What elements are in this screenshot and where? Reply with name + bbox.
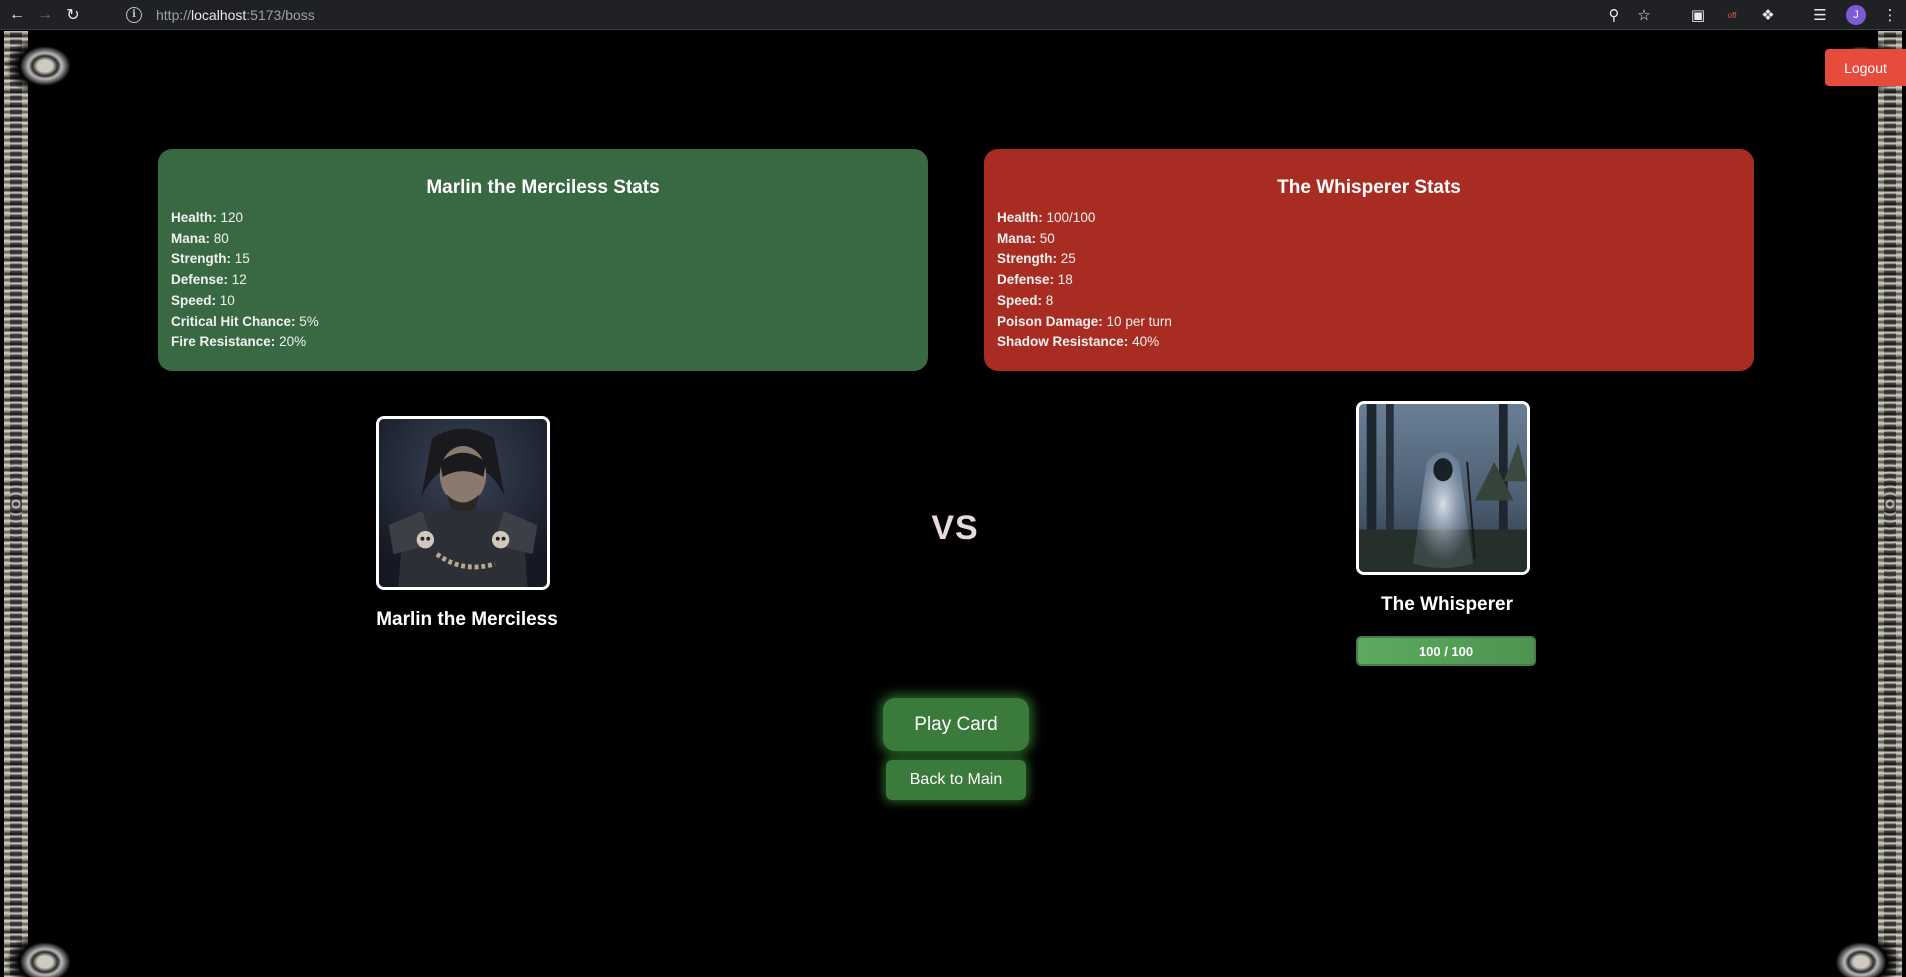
player-portrait xyxy=(376,416,550,590)
address-bar[interactable]: i http://localhost:5173/boss xyxy=(118,2,1668,28)
player-stats-title: Marlin the Merciless Stats xyxy=(426,177,660,198)
player-stat-line: Strength: 15 xyxy=(171,249,915,270)
player-stat-line: Critical Hit Chance: 5% xyxy=(171,312,915,333)
back-to-main-button[interactable]: Back to Main xyxy=(886,760,1026,800)
boss-name: The Whisperer xyxy=(1381,594,1513,615)
boss-stat-value: 25 xyxy=(1060,251,1076,267)
player-stat-line: Speed: 10 xyxy=(171,291,915,312)
boss-stat-label: Defense: xyxy=(997,272,1055,288)
boss-stat-value: 10 per turn xyxy=(1106,313,1172,329)
boss-stat-value: 100/100 xyxy=(1046,210,1096,225)
player-stat-value: 12 xyxy=(231,272,247,288)
ornate-corner-bottom-left xyxy=(0,927,90,977)
player-stat-value: 15 xyxy=(234,251,250,267)
boss-health-text: 100 / 100 xyxy=(1418,643,1474,659)
back-arrow-icon[interactable]: ← xyxy=(2,0,32,30)
boss-stat-label: Mana: xyxy=(997,230,1037,246)
player-stat-value: 20% xyxy=(279,334,307,350)
player-stat-line: Health: 120 xyxy=(171,208,915,229)
extension-badge: off xyxy=(1727,10,1737,20)
player-stat-line: Fire Resistance: 20% xyxy=(171,332,915,353)
boss-stat-line: Poison Damage: 10 per turn xyxy=(997,312,1741,333)
media-controls-icon[interactable]: ☰ xyxy=(1810,5,1830,25)
game-frame: Logout Marlin the Merciless Stats Health… xyxy=(0,31,1906,977)
boss-stat-label: Speed: xyxy=(997,292,1043,308)
boss-stat-value: 40% xyxy=(1132,334,1160,350)
boss-stat-value: 8 xyxy=(1045,292,1054,308)
url-text[interactable]: http://localhost:5173/boss xyxy=(156,7,315,23)
warrior-portrait-image xyxy=(379,419,547,587)
browser-toolbar: ← → ↻ i http://localhost:5173/boss ⚲ ☆ ▣… xyxy=(0,0,1906,30)
boss-stat-line: Mana: 50 xyxy=(997,229,1741,250)
boss-stat-value: 18 xyxy=(1057,272,1073,288)
reload-icon[interactable]: ↻ xyxy=(58,0,88,30)
player-stat-label: Health: xyxy=(171,210,217,225)
player-stat-line: Mana: 80 xyxy=(171,229,915,250)
player-stats-list: Health: 120 Mana: 80 Strength: 15 Defense: … xyxy=(171,208,915,353)
site-info-icon[interactable]: i xyxy=(126,7,142,23)
profile-avatar[interactable]: J xyxy=(1846,5,1866,25)
kebab-menu-icon[interactable]: ⋮ xyxy=(1880,5,1900,25)
player-stat-label: Mana: xyxy=(171,230,211,246)
forward-arrow-icon[interactable]: → xyxy=(30,0,60,30)
ornate-corner-top-left xyxy=(0,31,90,101)
boss-health-bar: 100 / 100 xyxy=(1356,636,1536,666)
boss-stat-line: Defense: 18 xyxy=(997,270,1741,291)
puzzle-extensions-icon[interactable]: ❖ xyxy=(1758,5,1778,25)
boss-stat-label: Poison Damage: xyxy=(997,313,1103,329)
ornate-border-left xyxy=(4,31,28,977)
boss-stat-label: Health: xyxy=(997,210,1043,225)
boss-stat-line: Shadow Resistance: 40% xyxy=(997,332,1741,353)
player-stat-label: Fire Resistance: xyxy=(171,334,276,350)
player-stat-value: 120 xyxy=(220,210,244,225)
player-stats-panel: Marlin the Merciless Stats Health: 120 Ma… xyxy=(158,149,928,371)
player-stat-label: Critical Hit Chance: xyxy=(171,313,296,329)
extension-off-icon[interactable]: off xyxy=(1722,5,1742,25)
ornate-corner-bottom-right xyxy=(1816,927,1906,977)
bookmark-star-icon[interactable]: ☆ xyxy=(1634,5,1654,25)
key-icon[interactable]: ⚲ xyxy=(1604,5,1624,25)
player-stat-value: 10 xyxy=(219,292,235,308)
player-stat-line: Defense: 12 xyxy=(171,270,915,291)
boss-stats-panel: The Whisperer Stats Health: 100/100 Mana:… xyxy=(984,149,1754,371)
player-stat-value: 5% xyxy=(299,313,319,329)
boss-stat-label: Shadow Resistance: xyxy=(997,334,1129,350)
boss-stat-line: Health: 100/100 xyxy=(997,208,1741,229)
player-name: Marlin the Merciless xyxy=(376,609,558,630)
player-stat-label: Speed: xyxy=(171,292,217,308)
ornate-border-right xyxy=(1878,31,1902,977)
boss-stats-title: The Whisperer Stats xyxy=(1277,177,1461,198)
versus-label: VS xyxy=(931,509,979,547)
boss-stat-label: Strength: xyxy=(997,251,1057,267)
boss-stat-value: 50 xyxy=(1039,230,1055,246)
player-stat-value: 80 xyxy=(213,230,229,246)
player-stat-label: Defense: xyxy=(171,272,229,288)
player-stat-label: Strength: xyxy=(171,251,231,267)
play-card-button[interactable]: Play Card xyxy=(883,698,1029,751)
logout-button[interactable]: Logout xyxy=(1825,49,1906,86)
extension-icon[interactable]: ▣ xyxy=(1688,5,1708,25)
ghost-portrait-image xyxy=(1359,404,1527,572)
boss-stat-line: Strength: 25 xyxy=(997,249,1741,270)
boss-stats-list: Health: 100/100 Mana: 50 Strength: 25 Defen… xyxy=(997,208,1741,353)
boss-portrait xyxy=(1356,401,1530,575)
boss-stat-line: Speed: 8 xyxy=(997,291,1741,312)
